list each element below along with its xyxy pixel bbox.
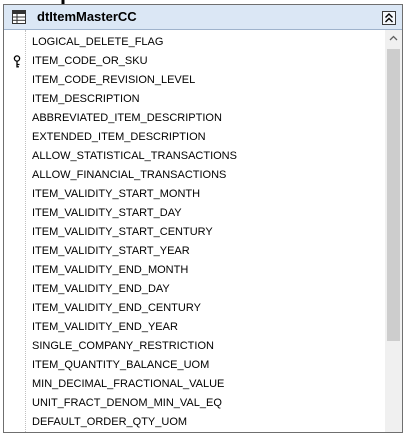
- field-name: EXTENDED_ITEM_DESCRIPTION: [32, 131, 206, 143]
- field-row[interactable]: LOGICAL_DELETE_FLAG: [4, 33, 384, 52]
- table-diagram-box[interactable]: dtItemMasterCC LOGICAL_DELETE_FLAG ITEM_C…: [3, 4, 403, 433]
- field-name: ABBREVIATED_ITEM_DESCRIPTION: [32, 112, 222, 124]
- field-name: MIN_DECIMAL_FRACTIONAL_VALUE: [32, 378, 225, 390]
- designer-canvas: dtItemMasterCC LOGICAL_DELETE_FLAG ITEM_C…: [0, 0, 410, 435]
- field-name: ITEM_VALIDITY_START_MONTH: [32, 188, 201, 200]
- field-name: ALLOW_FINANCIAL_TRANSACTIONS: [32, 169, 227, 181]
- field-name: ALLOW_STATISTICAL_TRANSACTIONS: [32, 150, 237, 162]
- table-icon: [12, 10, 26, 24]
- field-row[interactable]: ITEM_VALIDITY_START_DAY: [4, 204, 384, 223]
- field-name: ITEM_QUANTITY_BALANCE_UOM: [32, 359, 210, 371]
- field-row[interactable]: ITEM_VALIDITY_END_YEAR: [4, 318, 384, 337]
- field-name: SINGLE_COMPANY_RESTRICTION: [32, 340, 214, 352]
- field-name: ITEM_VALIDITY_START_CENTURY: [32, 226, 213, 238]
- key-icon: [13, 55, 21, 68]
- double-chevron-up-icon: [385, 13, 393, 23]
- collapse-button[interactable]: [382, 11, 396, 25]
- field-name: ITEM_VALIDITY_END_YEAR: [32, 321, 178, 333]
- field-name: ITEM_VALIDITY_END_MONTH: [32, 264, 189, 276]
- field-row[interactable]: UNIT_FRACT_DENOM_MIN_VAL_EQ: [4, 394, 384, 413]
- scroll-up-button[interactable]: [385, 30, 402, 47]
- table-title-bar[interactable]: dtItemMasterCC: [4, 5, 402, 30]
- field-row[interactable]: ITEM_VALIDITY_START_YEAR: [4, 242, 384, 261]
- field-row[interactable]: ALLOW_FINANCIAL_TRANSACTIONS: [4, 166, 384, 185]
- field-row[interactable]: ITEM_VALIDITY_END_MONTH: [4, 261, 384, 280]
- field-row[interactable]: ITEM_VALIDITY_START_CENTURY: [4, 223, 384, 242]
- field-row[interactable]: ITEM_VALIDITY_END_CENTURY: [4, 299, 384, 318]
- field-name: ITEM_DESCRIPTION: [32, 93, 140, 105]
- field-name: ITEM_CODE_OR_SKU: [32, 55, 148, 67]
- field-row[interactable]: ITEM_QUANTITY_BALANCE_UOM: [4, 356, 384, 375]
- scroll-thumb[interactable]: [387, 49, 400, 341]
- field-name: ITEM_CODE_REVISION_LEVEL: [32, 74, 196, 86]
- field-name: UNIT_FRACT_DENOM_MIN_VAL_EQ: [32, 397, 222, 409]
- field-row[interactable]: ITEM_DESCRIPTION: [4, 90, 384, 109]
- field-name: LOGICAL_DELETE_FLAG: [32, 36, 164, 48]
- field-row[interactable]: ITEM_CODE_OR_SKU: [4, 52, 384, 71]
- field-row[interactable]: ITEM_CODE_REVISION_LEVEL: [4, 71, 384, 90]
- field-list: LOGICAL_DELETE_FLAG ITEM_CODE_OR_SKU ITEM_…: [4, 33, 384, 432]
- field-name: ITEM_VALIDITY_END_DAY: [32, 283, 170, 295]
- field-row[interactable]: MIN_DECIMAL_FRACTIONAL_VALUE: [4, 375, 384, 394]
- table-title: dtItemMasterCC: [37, 9, 137, 24]
- field-row[interactable]: SINGLE_COMPANY_RESTRICTION: [4, 337, 384, 356]
- field-name: DEFAULT_ORDER_QTY_UOM: [32, 416, 188, 428]
- field-row[interactable]: ITEM_VALIDITY_START_MONTH: [4, 185, 384, 204]
- field-name: ITEM_VALIDITY_START_DAY: [32, 207, 182, 219]
- field-name: ITEM_VALIDITY_START_YEAR: [32, 245, 190, 257]
- field-row[interactable]: ALLOW_STATISTICAL_TRANSACTIONS: [4, 147, 384, 166]
- chevron-up-icon: [389, 35, 398, 41]
- field-row[interactable]: DEFAULT_ORDER_QTY_UOM: [4, 413, 384, 432]
- field-row[interactable]: EXTENDED_ITEM_DESCRIPTION: [4, 128, 384, 147]
- field-row[interactable]: ABBREVIATED_ITEM_DESCRIPTION: [4, 109, 384, 128]
- field-list-area: LOGICAL_DELETE_FLAG ITEM_CODE_OR_SKU ITEM_…: [4, 30, 402, 432]
- vertical-scrollbar[interactable]: [385, 30, 402, 432]
- field-name: ITEM_VALIDITY_END_CENTURY: [32, 302, 201, 314]
- field-row[interactable]: ITEM_VALIDITY_END_DAY: [4, 280, 384, 299]
